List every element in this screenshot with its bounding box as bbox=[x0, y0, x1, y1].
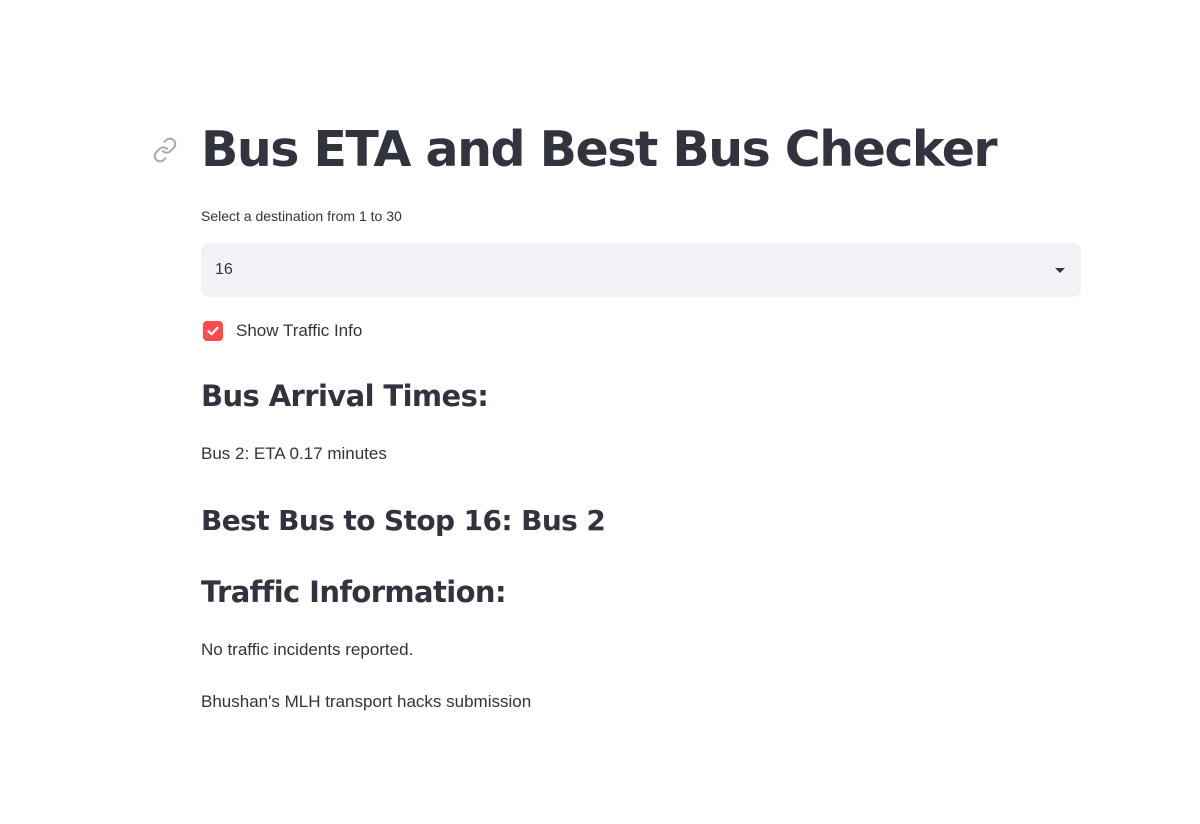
traffic-info-heading: Traffic Information: bbox=[201, 575, 507, 609]
bus-arrival-heading: Bus Arrival Times: bbox=[201, 379, 489, 413]
bus-eta-text: Bus 2: ETA 0.17 minutes bbox=[201, 444, 387, 463]
chevron-down-icon[interactable] bbox=[1055, 267, 1065, 273]
app-page: Bus ETA and Best Bus Checker Select a de… bbox=[0, 0, 1200, 824]
show-traffic-checkbox[interactable] bbox=[203, 321, 223, 341]
destination-select-label: Select a destination from 1 to 30 bbox=[201, 208, 402, 224]
checkmark-icon bbox=[207, 326, 219, 336]
footer-text: Bhushan's MLH transport hacks submission bbox=[201, 692, 532, 711]
destination-select-value: 16 bbox=[215, 261, 233, 278]
page-title: Bus ETA and Best Bus Checker bbox=[201, 121, 998, 178]
destination-select[interactable]: 16 bbox=[201, 243, 1081, 297]
traffic-message: No traffic incidents reported. bbox=[201, 640, 414, 659]
title-row: Bus ETA and Best Bus Checker bbox=[152, 118, 998, 182]
link-icon[interactable] bbox=[152, 137, 178, 163]
best-bus-heading: Best Bus to Stop 16: Bus 2 bbox=[201, 504, 606, 537]
show-traffic-label: Show Traffic Info bbox=[236, 321, 363, 340]
show-traffic-checkbox-row[interactable]: Show Traffic Info bbox=[203, 321, 362, 341]
